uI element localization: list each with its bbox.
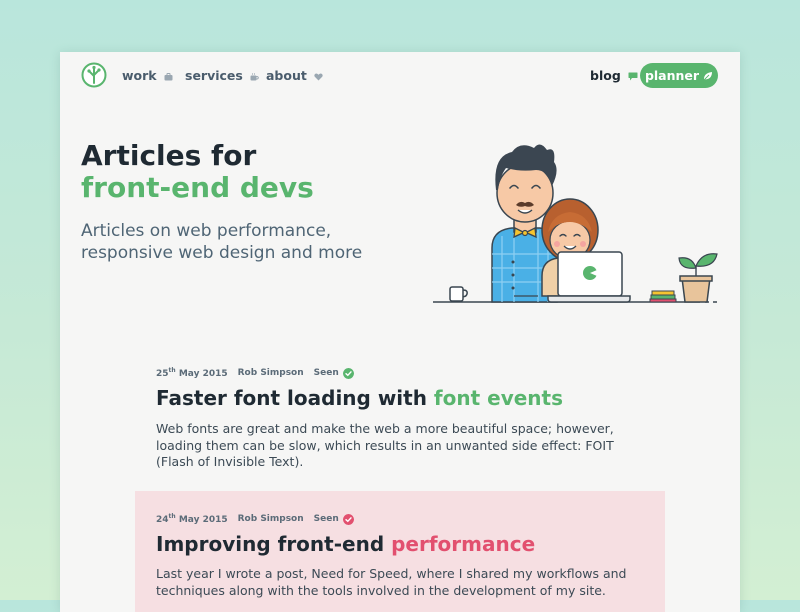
nav-blog-label: blog <box>590 68 621 83</box>
speech-bubble-icon <box>628 72 638 81</box>
article-author[interactable]: Rob Simpson <box>238 368 304 378</box>
developers-illustration <box>433 144 718 303</box>
article-card[interactable]: 24th May 2015 Rob Simpson Seen Improving… <box>135 491 665 612</box>
laptop-illustration <box>547 251 631 303</box>
article-excerpt: Last year I wrote a post, Need for Speed… <box>156 566 627 598</box>
nav-blog-link[interactable]: blog <box>590 68 638 83</box>
nav-about-link[interactable]: about <box>266 68 323 83</box>
page-title: Articles for front-end devs <box>81 140 314 204</box>
tree-logo-icon[interactable] <box>81 62 107 88</box>
article-author[interactable]: Rob Simpson <box>238 514 304 524</box>
article-status: Seen <box>313 368 339 378</box>
leaf-icon <box>703 71 713 80</box>
article-date: 24th May 2015 <box>156 513 228 525</box>
nav-about-label: about <box>266 68 307 83</box>
coffee-mug-illustration <box>449 286 468 302</box>
nav-work-label: work <box>122 68 157 83</box>
article-status: Seen <box>313 514 339 524</box>
heart-icon <box>314 73 323 80</box>
article-card[interactable]: 25th May 2015 Rob Simpson Seen Faster fo… <box>135 362 665 492</box>
browser-page: work services about blog planner Article… <box>60 52 740 612</box>
page-subtitle: Articles on web performance, responsive … <box>81 221 363 263</box>
article-meta: 25th May 2015 Rob Simpson Seen <box>156 367 354 379</box>
article-excerpt: Web fonts are great and make the web a m… <box>156 421 614 469</box>
briefcase-icon <box>164 72 173 80</box>
page-title-line1: Articles for <box>81 139 257 172</box>
planner-label: planner <box>644 68 700 83</box>
coffee-icon <box>250 72 259 80</box>
page-title-accent: front-end devs <box>81 171 314 204</box>
nav-services-link[interactable]: services <box>185 68 259 83</box>
article-meta: 24th May 2015 Rob Simpson Seen <box>156 513 354 525</box>
check-circle-icon <box>342 367 354 379</box>
plant-illustration <box>678 253 718 303</box>
check-circle-icon <box>342 513 354 525</box>
books-illustration <box>649 290 677 303</box>
article-title-link[interactable]: Faster font loading with font events <box>156 386 563 410</box>
article-date: 25th May 2015 <box>156 367 228 379</box>
planner-button[interactable]: planner <box>640 63 718 88</box>
nav-services-label: services <box>185 68 243 83</box>
nav-work-link[interactable]: work <box>122 68 173 83</box>
article-title-link[interactable]: Improving front-end performance <box>156 532 535 556</box>
top-nav: work services about blog planner <box>60 52 740 98</box>
